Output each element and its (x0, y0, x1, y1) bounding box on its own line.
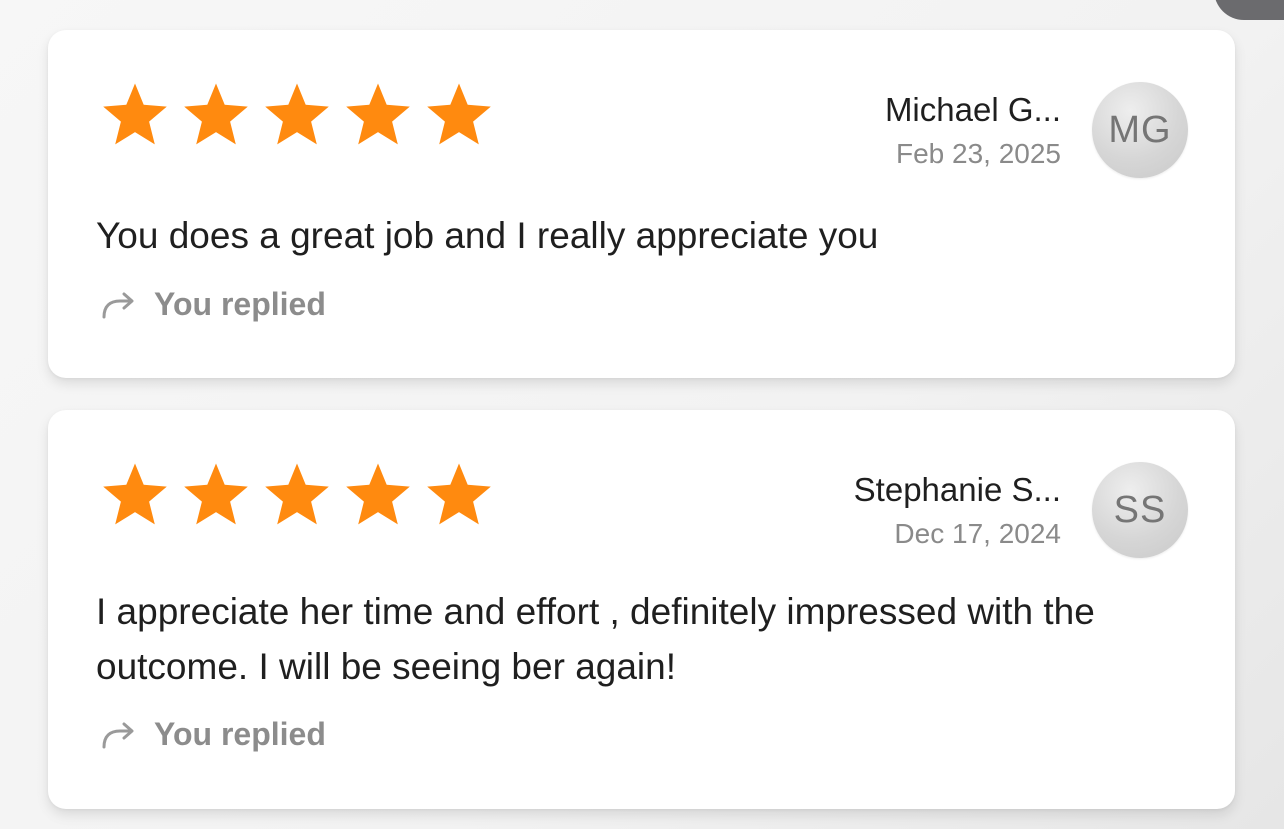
avatar-initials: MG (1108, 108, 1172, 151)
avatar[interactable]: MG (1092, 82, 1188, 178)
review-card[interactable]: Michael G... Feb 23, 2025 MG You does a … (48, 30, 1235, 378)
star-icon (346, 83, 410, 145)
review-text: I appreciate her time and effort , defin… (96, 591, 1095, 687)
star-icon (103, 83, 167, 145)
star-icon (427, 463, 491, 525)
star-icon (346, 463, 410, 525)
reviewer-name: Michael G... (884, 91, 1061, 128)
star-icon (265, 463, 329, 525)
reviews-screen: Michael G... Feb 23, 2025 MG You does a … (0, 0, 1284, 829)
reply-status[interactable]: You replied (100, 286, 326, 323)
avatar[interactable]: SS (1092, 462, 1188, 558)
star-rating (96, 462, 498, 528)
star-icon (184, 463, 248, 525)
reply-status[interactable]: You replied (100, 716, 326, 753)
reviewer-info: Stephanie S... Dec 17, 2024 (854, 470, 1061, 552)
reply-label: You replied (154, 286, 326, 322)
review-date: Dec 17, 2024 (894, 518, 1061, 549)
corner-button[interactable] (1214, 0, 1284, 20)
star-icon (184, 83, 248, 145)
reviewer-name: Stephanie S... (853, 471, 1061, 508)
star-icon (427, 83, 491, 145)
star-icon (103, 463, 167, 525)
review-date: Feb 23, 2025 (895, 138, 1061, 169)
reply-label: You replied (154, 716, 326, 752)
reviewer-info: Michael G... Feb 23, 2025 (885, 90, 1061, 172)
reply-arrow-icon (102, 292, 134, 318)
star-rating (96, 82, 498, 148)
review-card[interactable]: Stephanie S... Dec 17, 2024 SS I appreci… (48, 410, 1235, 809)
review-text: You does a great job and I really apprec… (96, 215, 879, 256)
avatar-initials: SS (1113, 488, 1167, 531)
star-icon (265, 83, 329, 145)
reply-arrow-icon (102, 722, 134, 748)
